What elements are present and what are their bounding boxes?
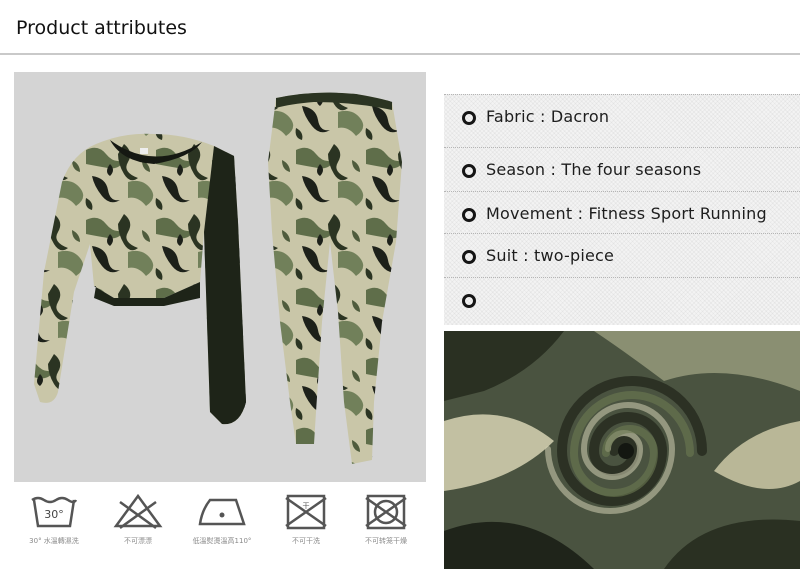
- care-item: 干 不可干洗: [266, 488, 346, 558]
- dry-clean-symbol: 干: [303, 502, 310, 510]
- row-divider: [444, 191, 800, 192]
- attribute-text: Fabric : Dacron: [486, 107, 610, 126]
- bullet-icon: [462, 250, 476, 264]
- bullet-icon: [462, 164, 476, 178]
- care-caption: 不可干洗: [292, 537, 320, 545]
- no-dry-clean-icon: 干: [285, 494, 327, 530]
- wash-temp-label: 30°: [44, 508, 64, 521]
- bullet-icon: [462, 111, 476, 125]
- attribute-text: Season : The four seasons: [486, 160, 702, 179]
- care-caption: 30° 水溫轉濕洗: [29, 537, 79, 545]
- attribute-row: Fabric : Dacron: [444, 94, 800, 138]
- care-item: 低溫熨燙溫高110°: [182, 488, 262, 558]
- attribute-row: Season : The four seasons: [444, 147, 800, 191]
- row-divider: [444, 233, 800, 234]
- fabric-image: [444, 331, 800, 569]
- row-divider: [444, 277, 800, 278]
- care-caption: 不可漂漂: [124, 537, 152, 545]
- row-divider: [444, 147, 800, 148]
- attribute-text: Movement : Fitness Sport Running: [486, 204, 767, 223]
- attribute-row: Movement : Fitness Sport Running: [444, 191, 800, 235]
- bullet-icon: [462, 294, 476, 308]
- product-illustration: [34, 92, 402, 465]
- bullet-icon: [462, 208, 476, 222]
- care-item: 不可转笼干燥: [346, 488, 426, 558]
- header: Product attributes: [0, 0, 800, 56]
- wash-30-icon: 30°: [31, 496, 78, 528]
- page-title: Product attributes: [16, 17, 187, 39]
- header-divider: [0, 53, 800, 55]
- care-item: 不可漂漂: [98, 488, 178, 558]
- product-image: [14, 72, 426, 482]
- care-caption: 不可转笼干燥: [365, 537, 407, 545]
- no-bleach-icon: [113, 493, 163, 530]
- iron-low-icon: [198, 498, 246, 526]
- care-caption: 低溫熨燙溫高110°: [192, 537, 252, 545]
- fabric-swirl-illustration: [444, 331, 800, 569]
- attribute-row: [444, 277, 800, 321]
- care-item: 30° 30° 水溫轉濕洗: [14, 488, 94, 558]
- row-divider: [444, 94, 800, 95]
- no-tumble-dry-icon: [365, 494, 407, 530]
- attribute-text: Suit : two-piece: [486, 246, 615, 265]
- care-instructions: 30° 30° 水溫轉濕洗 不可漂漂 低溫熨燙溫高110° 干 不可干洗 不可转…: [14, 488, 426, 558]
- attribute-row: Suit : two-piece: [444, 233, 800, 277]
- attribute-list: Fabric : Dacron Season : The four season…: [444, 94, 800, 325]
